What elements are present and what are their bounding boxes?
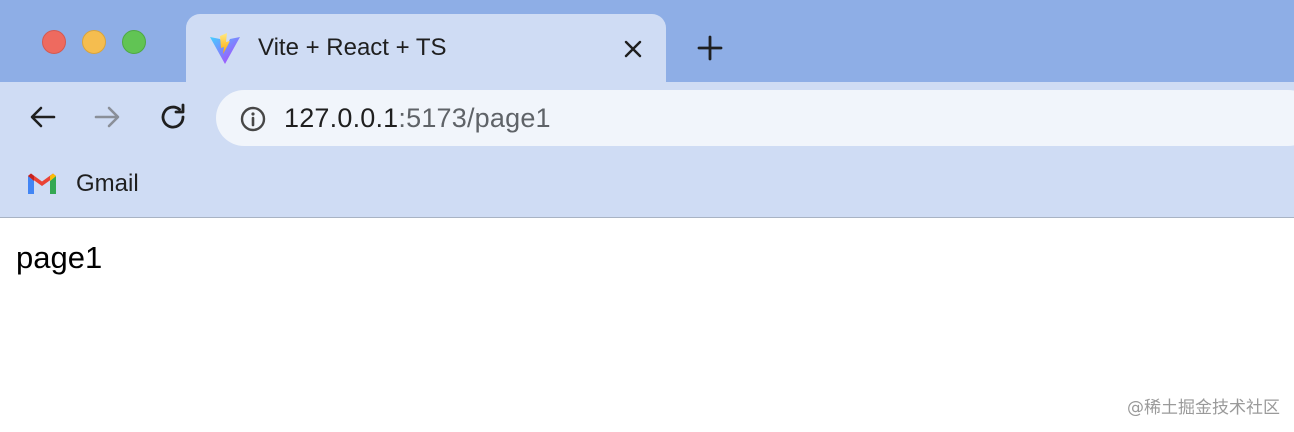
browser-toolbar: 127.0.0.1:5173/page1 (0, 82, 1294, 152)
bookmarks-bar: Gmail (0, 152, 1294, 218)
url-path: :5173/page1 (398, 103, 551, 133)
tab-title: Vite + React + TS (258, 34, 447, 61)
url-host: 127.0.0.1 (284, 103, 399, 133)
forward-button[interactable] (90, 100, 124, 134)
bookmark-label: Gmail (76, 170, 139, 197)
back-button[interactable] (26, 100, 60, 134)
info-icon[interactable] (238, 104, 268, 134)
bookmark-gmail[interactable]: Gmail (26, 168, 139, 200)
address-bar[interactable]: 127.0.0.1:5173/page1 (216, 90, 1294, 146)
reload-button[interactable] (156, 100, 190, 134)
url-text[interactable]: 127.0.0.1:5173/page1 (284, 103, 551, 134)
tab-strip: Vite + React + TS (0, 0, 1294, 82)
close-icon[interactable] (620, 36, 646, 62)
page-heading: page1 (16, 240, 103, 275)
window-minimize-button[interactable] (82, 30, 106, 54)
active-tab[interactable]: Vite + React + TS (186, 14, 666, 82)
gmail-icon (28, 173, 56, 194)
watermark: @稀土掘金技术社区 (1127, 398, 1280, 418)
vite-logo-icon (210, 33, 240, 64)
new-tab-button[interactable] (694, 32, 726, 64)
window-close-button[interactable] (42, 30, 66, 54)
window-zoom-button[interactable] (122, 30, 146, 54)
